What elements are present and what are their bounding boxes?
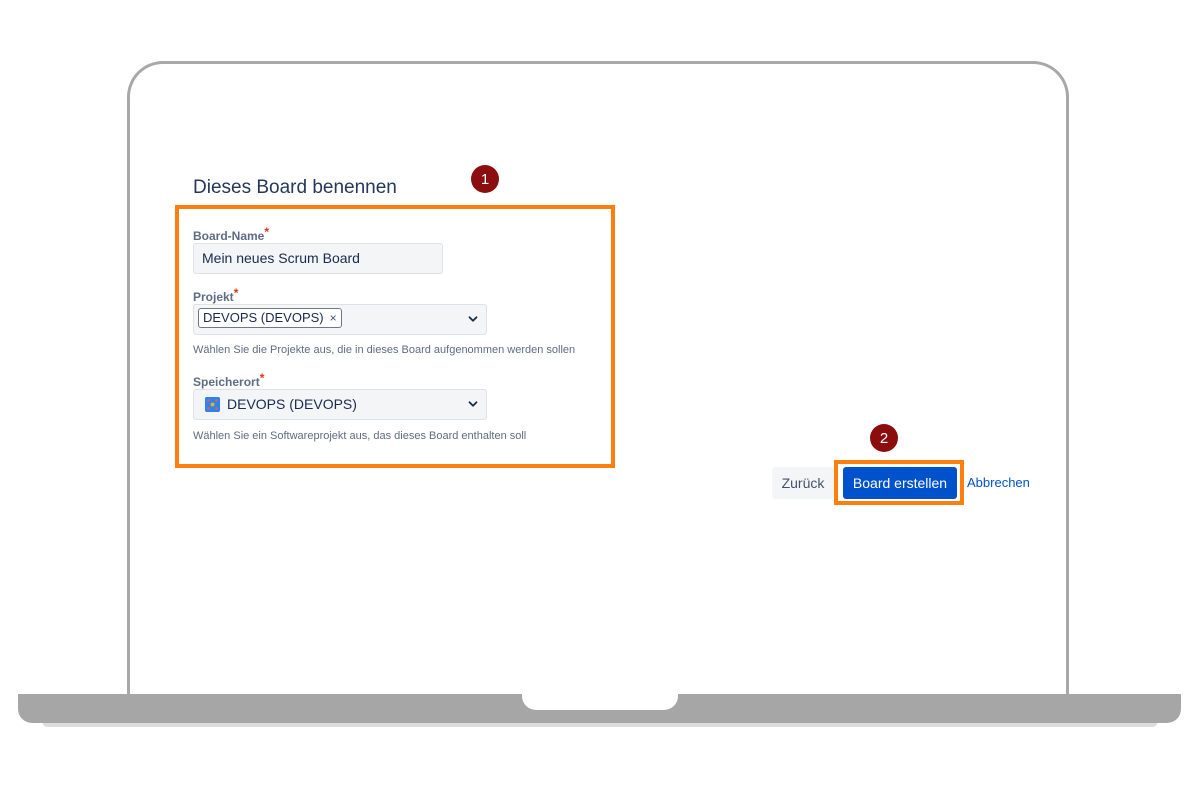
form-highlight-box (175, 205, 615, 468)
page-title: Dieses Board benennen (193, 177, 397, 198)
button-highlight-box (834, 460, 964, 505)
cancel-link[interactable]: Abbrechen (967, 475, 1030, 490)
step-marker-1: 1 (471, 165, 499, 193)
laptop-notch (522, 694, 678, 710)
step-marker-2: 2 (870, 424, 898, 452)
back-button[interactable]: Zurück (772, 467, 834, 499)
